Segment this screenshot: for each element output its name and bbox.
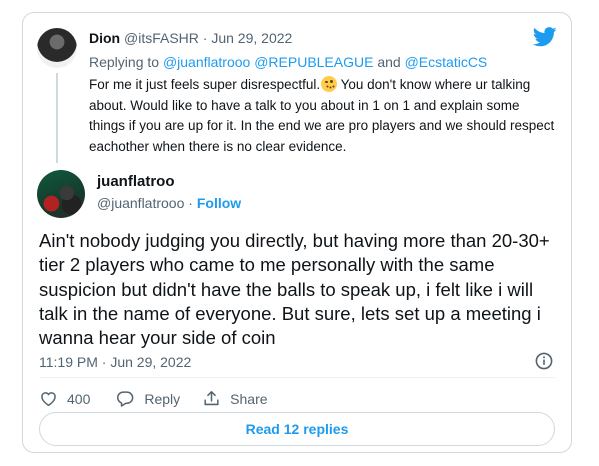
share-button[interactable]: Share [202, 389, 268, 408]
replying-to-mentions[interactable]: @juanflatrooo @REPUBLEAGUE [163, 54, 374, 70]
parent-text-before-emoji: For me it just feels super disrespectful… [89, 77, 321, 92]
parent-tweet-header: Dion @itsFASHR · Jun 29, 2022 [89, 30, 292, 46]
twitter-bird-icon[interactable] [533, 27, 557, 47]
heart-icon [41, 392, 56, 407]
reply-button[interactable]: Reply [116, 389, 180, 408]
follow-button[interactable]: Follow [197, 195, 241, 211]
header-separator: · [202, 30, 208, 46]
thread-connector-line [56, 73, 58, 163]
share-label: Share [230, 390, 268, 407]
like-count: 400 [67, 390, 91, 407]
like-button[interactable]: 400 [39, 389, 94, 408]
main-handle-row: @juanflatrooo · Follow [97, 195, 241, 211]
main-author-handle[interactable]: @juanflatrooo [97, 195, 184, 211]
read-replies-button[interactable]: Read 12 replies [39, 412, 555, 446]
parent-avatar[interactable] [37, 28, 77, 68]
parent-author-name[interactable]: Dion [89, 30, 120, 46]
replying-to-and: and [377, 54, 401, 70]
smirking-face-emoji-icon [321, 76, 338, 92]
main-tweet-text: Ain't nobody judging you directly, but h… [39, 230, 550, 349]
actions-divider [39, 377, 555, 378]
replying-to-prefix: Replying to [89, 54, 160, 70]
main-author-name[interactable]: juanflatroo [97, 173, 175, 190]
replying-to-line: Replying to @juanflatrooo @REPUBLEAGUE a… [89, 54, 487, 70]
reply-label: Reply [144, 390, 181, 407]
share-icon [204, 391, 219, 406]
replying-to-last-mention[interactable]: @EcstaticCS [405, 54, 488, 70]
parent-author-handle[interactable]: @itsFASHR [124, 30, 199, 46]
info-icon[interactable] [535, 352, 553, 370]
reply-bubble-icon [117, 391, 134, 407]
tweet-actions-bar: 400 Reply Share [39, 389, 290, 408]
tweet-embed-card: Dion @itsFASHR · Jun 29, 2022 Replying t… [22, 12, 572, 453]
parent-tweet-text: For me it just feels super disrespectful… [89, 75, 559, 157]
main-avatar[interactable] [37, 170, 85, 218]
handle-separator: · [188, 195, 193, 211]
tweet-timestamp[interactable]: 11:19 PM · Jun 29, 2022 [39, 354, 191, 370]
parent-tweet-date[interactable]: Jun 29, 2022 [211, 30, 292, 46]
